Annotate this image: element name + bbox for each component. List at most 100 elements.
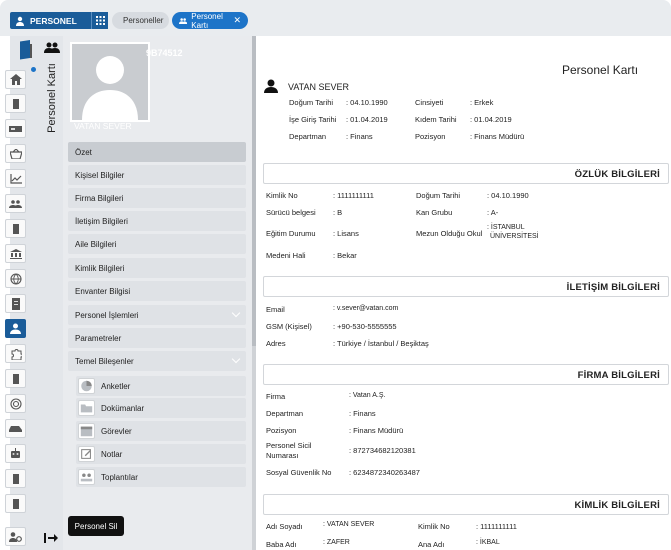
summary-dept-label: Departman — [289, 132, 327, 141]
menu-item-personel-islemleri[interactable]: Personel İşlemleri — [68, 305, 246, 325]
car-icon[interactable] — [5, 419, 26, 438]
field-label: Sürücü belgesi — [266, 208, 316, 217]
tab-label: Personel Kartı — [191, 11, 223, 30]
summary-gender-label: Cinsiyeti — [415, 98, 444, 107]
ledger-icon[interactable] — [5, 294, 26, 313]
field-value: : 1111111111 — [333, 191, 374, 200]
home-icon[interactable] — [5, 70, 26, 89]
chart-line-icon[interactable] — [5, 169, 26, 188]
section-header-iletisim: İLETİŞİM BİLGİLERİ — [263, 276, 669, 297]
field-value: : Finans Müdürü — [349, 426, 404, 435]
tab-label: Personeller — [123, 16, 164, 25]
user-settings-icon[interactable] — [5, 527, 26, 546]
section-header-kimlik: KİMLİK BİLGİLERİ — [263, 494, 669, 515]
menu-item-aile[interactable]: Aile Bilgileri — [68, 234, 246, 254]
document-icon[interactable] — [5, 494, 26, 513]
employee-id: 9B74512 — [146, 48, 183, 58]
document-icon[interactable] — [5, 369, 26, 388]
menu-item-envanter[interactable]: Envanter Bilgisi — [68, 281, 246, 301]
tab-personel-karti[interactable]: Personel Kartı ✕ — [172, 11, 248, 30]
field-value: ÜNİVERSİTESİ — [490, 233, 539, 240]
menu-item-kimlik[interactable]: Kimlik Bilgileri — [68, 258, 246, 278]
field-value: : Lisans — [333, 229, 359, 238]
chevron-down-icon — [231, 354, 241, 364]
sub-item-anketler[interactable]: Anketler — [76, 376, 246, 396]
field-label: Kan Grubu — [416, 208, 453, 217]
delete-personnel-button[interactable]: Personel Sil — [68, 516, 124, 536]
menu-item-kisisel[interactable]: Kişisel Bilgiler — [68, 165, 246, 185]
field-label: Ana Adı — [418, 540, 445, 549]
field-label: Pozisyon — [266, 426, 297, 435]
menu-item-iletisim[interactable]: İletişim Bilgileri — [68, 211, 246, 231]
field-label: Baba Adı — [266, 540, 297, 549]
sub-item-toplantilar[interactable]: Toplantılar — [76, 467, 246, 487]
chevron-down-icon — [231, 308, 241, 318]
field-label: Adı Soyadı — [266, 522, 303, 531]
field-value: : 04.10.1990 — [487, 191, 529, 200]
bank-icon[interactable] — [5, 244, 26, 263]
field-value: : Bekar — [333, 251, 357, 260]
folder-icon — [78, 400, 95, 416]
field-value: : İKBAL — [476, 539, 500, 546]
sub-item-dokumanlar[interactable]: Dokümanlar — [76, 398, 246, 418]
menu-item-firma[interactable]: Firma Bilgileri — [68, 188, 246, 208]
field-value: : Vatan A.Ş. — [349, 392, 386, 399]
document-icon[interactable] — [5, 219, 26, 238]
logout-arrow-icon[interactable] — [44, 531, 58, 549]
menu-item-temel-bilesenler[interactable]: Temel Bileşenler — [68, 351, 246, 371]
summary-dept-value: : Finans — [346, 132, 373, 141]
field-label: Adres — [266, 339, 286, 348]
field-value: : Finans — [349, 409, 376, 418]
field-value: : Türkiye / İstanbul / Beşiktaş — [333, 339, 429, 348]
field-value: : v.sever@vatan.com — [333, 305, 399, 312]
menu-item-parametreler[interactable]: Parametreler — [68, 328, 246, 348]
card-title: Personel Kartı — [562, 63, 639, 77]
person-icon — [264, 79, 278, 98]
field-value: : A- — [487, 208, 499, 217]
robot-icon[interactable] — [5, 444, 26, 463]
globe-icon[interactable] — [5, 269, 26, 288]
document-icon[interactable] — [5, 94, 26, 113]
app-label: PERSONEL — [30, 15, 77, 26]
summary-birth-label: Doğum Tarihi — [289, 98, 334, 107]
person-name: VATAN SEVER — [288, 82, 350, 92]
sub-item-notlar[interactable]: Notlar — [76, 444, 246, 464]
field-label: Numarası — [266, 451, 299, 460]
avatar — [70, 42, 150, 122]
document-icon[interactable] — [5, 469, 26, 488]
menu-item-ozet[interactable]: Özet — [68, 142, 246, 162]
tab-personeller[interactable]: Personeller — [112, 12, 169, 29]
puzzle-icon[interactable] — [5, 344, 26, 363]
field-label: Medeni Hali — [266, 251, 306, 260]
sub-item-gorevler[interactable]: Görevler — [76, 421, 246, 441]
summary-seniority-value: : 01.04.2019 — [470, 115, 512, 124]
field-label: Email — [266, 305, 285, 314]
field-label: Sosyal Güvenlik No — [266, 468, 332, 477]
employee-name: VATAN SEVER — [74, 121, 132, 131]
target-icon[interactable] — [5, 394, 26, 413]
basket-icon[interactable] — [5, 144, 26, 163]
grid-menu-button[interactable] — [91, 12, 108, 29]
notification-dot — [31, 67, 36, 72]
group-icon[interactable] — [5, 194, 26, 213]
person-icon[interactable] — [5, 319, 26, 338]
users-icon — [179, 17, 188, 24]
field-label: GSM (Kişisel) — [266, 322, 312, 331]
field-value: : B — [333, 208, 343, 217]
field-value: : VATAN SEVER — [323, 521, 375, 528]
summary-start-label: İşe Giriş Tarihi — [289, 115, 337, 124]
field-label: Firma — [266, 392, 286, 401]
field-value: : 872734682120381 — [349, 446, 416, 455]
meeting-icon — [78, 469, 95, 485]
card-icon[interactable] — [5, 119, 26, 138]
field-value: : +90-530-5555555 — [333, 322, 397, 331]
field-value: : İSTANBUL — [487, 224, 525, 231]
field-label: Eğitim Durumu — [266, 229, 316, 238]
section-header-ozluk: ÖZLÜK BİLGİLERİ — [263, 163, 669, 184]
pie-chart-icon — [78, 378, 95, 394]
field-label: Personel Sicil — [266, 441, 312, 450]
summary-birth-value: : 04.10.1990 — [346, 98, 388, 107]
grid-icon — [95, 16, 105, 25]
close-icon[interactable]: ✕ — [233, 15, 241, 26]
collapse-toggle-icon[interactable] — [16, 40, 35, 62]
